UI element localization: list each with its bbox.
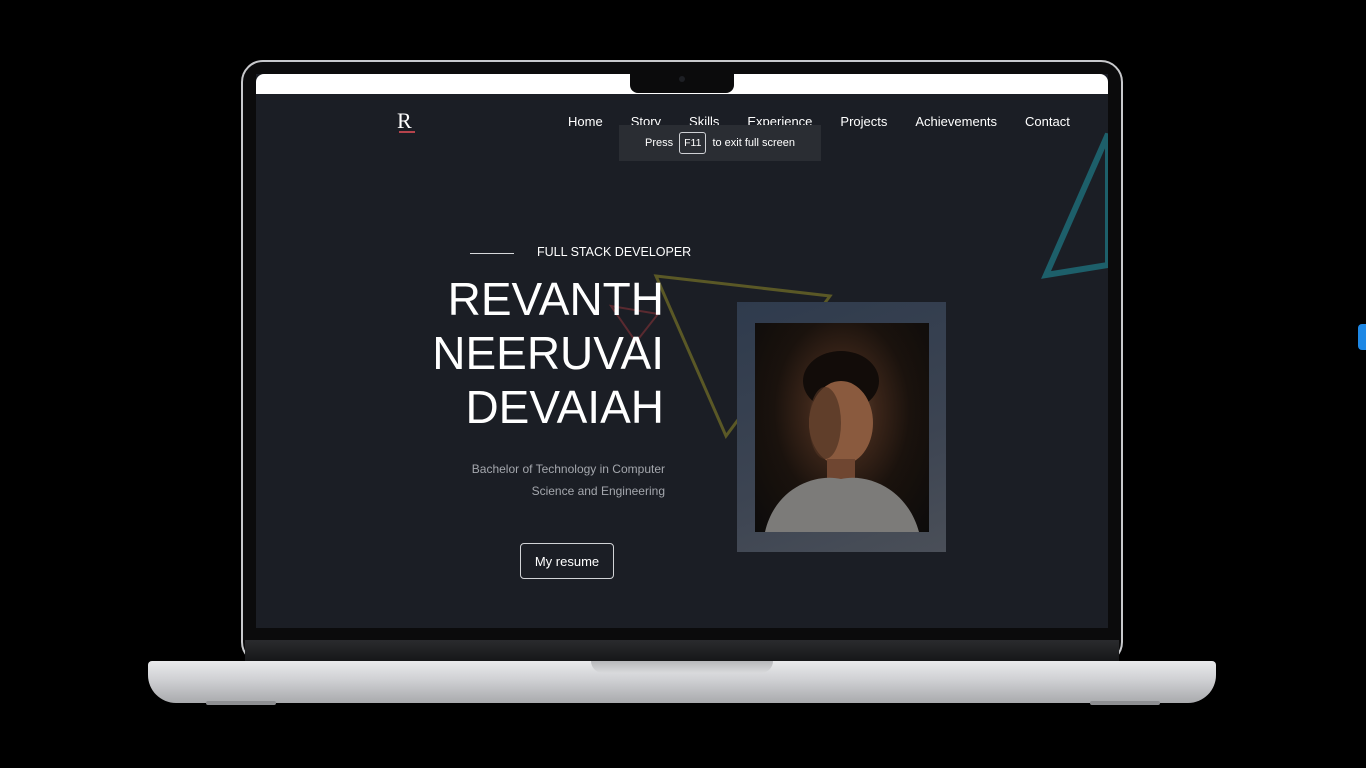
resume-button[interactable]: My resume	[520, 543, 614, 579]
nav-home[interactable]: Home	[568, 114, 603, 129]
laptop-hinge	[245, 640, 1119, 661]
portrait-shirt	[765, 477, 919, 532]
logo-underline	[399, 131, 415, 133]
role-divider	[470, 253, 514, 254]
degree-line-1: Bachelor of Technology in Computer	[471, 462, 665, 476]
side-feedback-tab[interactable]	[1358, 324, 1366, 350]
fullscreen-exit-notice: Press F11 to exit full screen	[619, 125, 821, 161]
laptop-base-groove	[591, 661, 773, 673]
portrait-illustration	[765, 351, 919, 532]
notice-text-after: to exit full screen	[712, 137, 795, 149]
notice-text-before: Press	[645, 137, 674, 149]
name-line-2: NEERUVAI	[432, 327, 664, 379]
laptop-foot-right	[1090, 701, 1160, 705]
nav-contact[interactable]: Contact	[1025, 114, 1070, 129]
name-line-3: DEVAIAH	[465, 381, 664, 433]
teal-triangle	[1041, 132, 1108, 279]
laptop-foot-left	[206, 701, 276, 705]
nav-projects[interactable]: Projects	[840, 114, 887, 129]
name-line-1: REVANTH	[447, 273, 664, 325]
laptop-screen: R Home Story Skills Experience Projects …	[256, 74, 1108, 628]
portrait-photo	[755, 323, 929, 532]
degree-line-2: Science and Engineering	[531, 484, 665, 498]
nav-achievements[interactable]: Achievements	[915, 114, 997, 129]
hero-name: REVANTH NEERUVAI DEVAIAH	[432, 272, 664, 434]
degree-text: Bachelor of Technology in Computer Scien…	[455, 458, 665, 502]
f11-key: F11	[679, 132, 707, 154]
portrait-face-shadow	[809, 387, 841, 459]
laptop-base	[148, 661, 1216, 703]
role-title: FULL STACK DEVELOPER	[537, 245, 692, 259]
